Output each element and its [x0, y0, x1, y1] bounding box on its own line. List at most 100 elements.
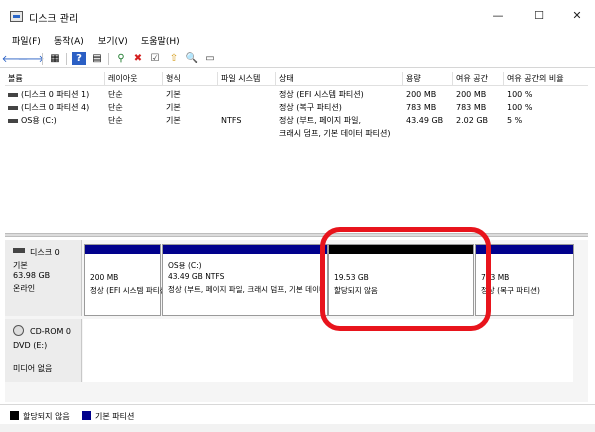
column-free-percent[interactable]: 여유 공간의 비율: [504, 72, 588, 86]
forward-arrow-icon[interactable]: 🡒: [18, 52, 45, 65]
delete-icon[interactable]: ✖: [131, 52, 145, 65]
close-button[interactable]: ✕: [563, 6, 591, 26]
disk0-size: 63.98 GB: [13, 271, 51, 280]
column-status[interactable]: 상태: [276, 72, 403, 86]
partition-recovery[interactable]: 783 MB 정상 (복구 파티션): [475, 244, 574, 316]
partition-status: 정상 (EFI 시스템 파티션): [90, 286, 162, 295]
cdrom-icon: [13, 325, 24, 336]
disk-icon: [13, 248, 25, 253]
menu-bar: 파일(F) 동작(A) 보기(V) 도움말(H): [0, 32, 595, 48]
volume-status-continued: 크래시 덤프, 기본 데이터 파티션): [279, 129, 391, 138]
volume-name-text: (디스크 0 파티션 4): [21, 103, 90, 112]
partition-status: 할당되지 않음: [334, 286, 378, 295]
volume-name-text: (디스크 0 파티션 1): [21, 90, 90, 99]
legend-label-primary: 기본 파티션: [95, 412, 135, 421]
cdrom-drive: DVD (E:): [13, 341, 48, 350]
disk0-type: 기본: [13, 261, 28, 270]
rescan-folder-icon[interactable]: ⇧: [167, 52, 181, 65]
maximize-button[interactable]: ☐: [525, 6, 553, 26]
volume-name: (디스크 0 파티션 4): [5, 102, 89, 114]
volume-layout: 단순: [108, 103, 123, 112]
partition-size: 783 MB: [481, 273, 510, 282]
legend-swatch-unallocated: [10, 411, 19, 420]
volume-icon: [8, 105, 18, 110]
minimize-button[interactable]: —: [484, 6, 512, 26]
partition-efi[interactable]: 200 MB 정상 (EFI 시스템 파티션): [84, 244, 162, 316]
menu-view[interactable]: 보기(V): [98, 34, 128, 47]
partition-size: 43.49 GB NTFS: [168, 272, 225, 281]
partition-bar: [85, 245, 160, 254]
disk0-name: 디스크 0: [30, 248, 60, 257]
partition-unallocated[interactable]: 19.53 GB 할당되지 않음: [328, 244, 474, 316]
volume-capacity: 43.49 GB: [406, 116, 444, 125]
volume-name: (디스크 0 파티션 1): [5, 89, 89, 101]
partition-size: 19.53 GB: [334, 273, 369, 282]
toolbar-separator: [66, 53, 67, 65]
cdrom-label[interactable]: CD-ROM 0 DVD (E:) 미디어 없음: [5, 319, 82, 382]
toolbar: 🡐 🡒 ▦ ? ▤ ⚲ ✖ ☑ ⇧ 🔍 ▭: [0, 50, 595, 68]
partition-name: OS용 (C:): [168, 261, 202, 270]
partition-size: 200 MB: [90, 273, 119, 282]
connect-key-icon[interactable]: ⚲: [114, 52, 128, 65]
volume-status: 정상 (EFI 시스템 파티션): [279, 90, 364, 99]
volume-layout: 단순: [108, 90, 123, 99]
partition-status: 정상 (부트, 페이지 파일, 크래시 덤프, 기본 데이터 파티션): [168, 285, 328, 294]
window-title: 디스크 관리: [29, 14, 79, 25]
column-capacity[interactable]: 용량: [403, 72, 453, 86]
table-row[interactable]: (디스크 0 파티션 1) 단순 기본 정상 (EFI 시스템 파티션) 200…: [5, 89, 588, 101]
volume-fs: NTFS: [221, 116, 242, 125]
search-icon[interactable]: 🔍: [185, 52, 199, 65]
column-free-space[interactable]: 여유 공간: [453, 72, 504, 86]
console-tree-icon[interactable]: ▦: [48, 52, 62, 65]
volume-layout: 단순: [108, 116, 123, 125]
table-row[interactable]: (디스크 0 파티션 4) 단순 기본 정상 (복구 파티션) 783 MB 7…: [5, 102, 588, 114]
cdrom-media: 미디어 없음: [13, 364, 53, 373]
column-file-system[interactable]: 파일 시스템: [218, 72, 276, 86]
volume-free: 2.02 GB: [456, 116, 489, 125]
menu-action[interactable]: 동작(A): [54, 34, 84, 47]
volume-name: OS용 (C:): [5, 115, 57, 127]
disk0-state: 온라인: [13, 284, 36, 293]
volume-status: 정상 (부트, 페이지 파일,: [279, 116, 362, 125]
volume-free: 783 MB: [456, 103, 487, 112]
volume-free: 200 MB: [456, 90, 487, 99]
help-icon[interactable]: ?: [72, 52, 86, 65]
partition-bar: [163, 245, 327, 254]
toolbar-separator: [42, 53, 43, 65]
pane-splitter[interactable]: [5, 233, 588, 237]
legend: 할당되지 않음 기본 파티션: [0, 404, 595, 424]
volume-name-text: OS용 (C:): [21, 116, 57, 125]
legend-label-unallocated: 할당되지 않음: [23, 412, 70, 421]
volume-capacity: 783 MB: [406, 103, 437, 112]
volume-capacity: 200 MB: [406, 90, 437, 99]
volume-free-percent: 5 %: [507, 116, 523, 125]
properties-icon[interactable]: ▤: [90, 52, 104, 65]
table-row[interactable]: OS용 (C:) 단순 기본 NTFS 정상 (부트, 페이지 파일, 크래시 …: [5, 115, 588, 141]
toolbar-separator: [108, 53, 109, 65]
volume-status: 정상 (복구 파티션): [279, 103, 342, 112]
volume-icon: [8, 92, 18, 97]
status-bar: [0, 424, 595, 432]
volume-free-percent: 100 %: [507, 90, 533, 99]
checklist-icon[interactable]: ☑: [148, 52, 162, 65]
disk0-label[interactable]: 디스크 0 기본 63.98 GB 온라인: [5, 240, 82, 316]
volume-icon: [8, 118, 18, 123]
partition-status: 정상 (복구 파티션): [481, 286, 540, 295]
window-icon[interactable]: ▭: [203, 52, 217, 65]
volume-list-header: 볼륨 레이아웃 형식 파일 시스템 상태 용량 여유 공간 여유 공간의 비율: [5, 72, 588, 86]
cdrom-area[interactable]: [83, 319, 573, 382]
menu-help[interactable]: 도움말(H): [141, 34, 180, 47]
partition-os-c[interactable]: OS용 (C:) 43.49 GB NTFS 정상 (부트, 페이지 파일, 크…: [162, 244, 328, 316]
disk-management-icon: [10, 11, 23, 22]
partition-bar: [476, 245, 573, 254]
volume-type: 기본: [166, 90, 181, 99]
legend-swatch-primary: [82, 411, 91, 420]
volume-type: 기본: [166, 103, 181, 112]
volume-free-percent: 100 %: [507, 103, 533, 112]
column-layout[interactable]: 레이아웃: [105, 72, 163, 86]
cdrom-name: CD-ROM 0: [30, 327, 72, 336]
volume-type: 기본: [166, 116, 181, 125]
column-type[interactable]: 형식: [163, 72, 218, 86]
menu-file[interactable]: 파일(F): [12, 34, 41, 47]
column-volume[interactable]: 볼륨: [5, 72, 105, 86]
